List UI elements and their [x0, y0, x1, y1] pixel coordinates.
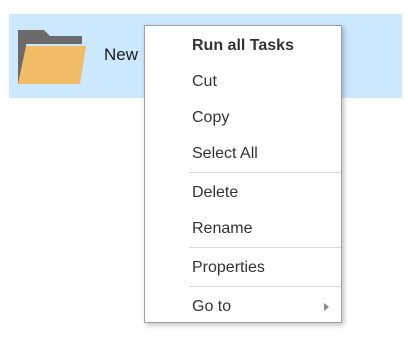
context-menu: Run all Tasks Cut Copy Select All Delete… [144, 25, 342, 323]
folder-name-label[interactable]: New [104, 44, 138, 66]
menu-item-delete[interactable]: Delete [145, 176, 341, 210]
menu-item-go-to-label: Go to [192, 298, 232, 315]
menu-separator [189, 247, 341, 248]
menu-separator [189, 172, 341, 173]
chevron-right-icon [324, 303, 329, 311]
menu-item-run-all-tasks[interactable]: Run all Tasks [145, 29, 341, 63]
menu-item-go-to[interactable]: Go to [145, 290, 341, 324]
desktop-stage: New Run all Tasks Cut Copy Select All De… [0, 0, 408, 340]
menu-item-select-all[interactable]: Select All [145, 137, 341, 171]
menu-item-properties[interactable]: Properties [145, 251, 341, 285]
menu-item-cut[interactable]: Cut [145, 65, 341, 99]
folder-icon[interactable] [16, 28, 88, 86]
menu-item-copy[interactable]: Copy [145, 101, 341, 135]
menu-separator [189, 286, 341, 287]
menu-item-rename[interactable]: Rename [145, 212, 341, 246]
